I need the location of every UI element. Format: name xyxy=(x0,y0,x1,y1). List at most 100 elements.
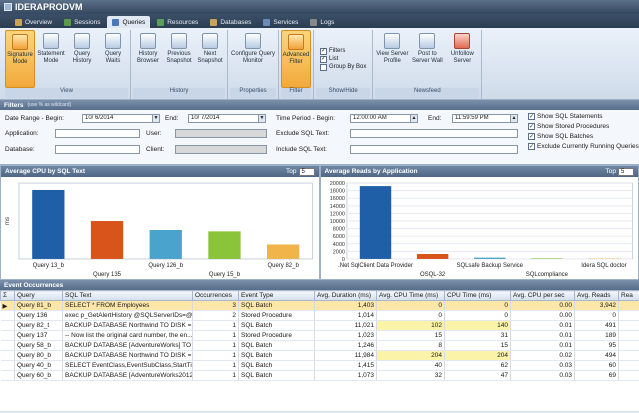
bar[interactable] xyxy=(149,229,182,259)
application-label: Application: xyxy=(5,130,39,137)
bar[interactable] xyxy=(90,221,124,259)
configure-icon xyxy=(245,33,261,49)
column-header[interactable]: Avg. Duration (ms) xyxy=(314,290,377,301)
application-input[interactable] xyxy=(55,129,140,138)
date-end-picker[interactable]: 10/ 7/2014 ▼ xyxy=(188,114,266,123)
column-header[interactable]: Rea xyxy=(618,290,639,301)
tab-overview[interactable]: Overview xyxy=(10,16,57,28)
filters-header[interactable]: Filters (use % as wildcard) xyxy=(0,100,639,110)
x-tick-label: SQLcompliance xyxy=(525,272,568,278)
table-cell: 47 xyxy=(444,370,511,381)
table-cell: 15 xyxy=(444,340,511,351)
client-input[interactable] xyxy=(175,145,267,154)
tab-sessions[interactable]: Sessions xyxy=(59,16,105,28)
top-n-spinner[interactable]: 5 xyxy=(618,167,634,176)
option-show-stored-procedures-checkbox[interactable]: ✓ Show Stored Procedures xyxy=(528,123,639,130)
bar[interactable] xyxy=(416,254,448,259)
logs-icon xyxy=(310,18,318,26)
table-cell: 32 xyxy=(376,370,445,381)
queries-icon xyxy=(112,18,120,26)
table-row[interactable]: Query 82_t BACKUP DATABASE Northwind TO D… xyxy=(0,320,639,331)
user-input[interactable] xyxy=(175,129,267,138)
exclude-sql-input[interactable] xyxy=(350,129,518,138)
column-header[interactable]: Avg. Reads xyxy=(574,290,619,301)
chart-by-selector[interactable]: by SQL Text xyxy=(48,168,85,175)
table-cell: 1 xyxy=(192,340,239,351)
table-row[interactable]: Query 80_b BACKUP DATABASE Northwind TO D… xyxy=(0,350,639,361)
option-show-sql-batches-checkbox[interactable]: ✓ Show SQL Batches xyxy=(528,133,639,140)
table-row[interactable]: Query 137 -- Now list the original card n… xyxy=(0,330,639,341)
table-cell: 189 xyxy=(574,330,619,341)
table-cell: 1 xyxy=(192,350,239,361)
bar[interactable] xyxy=(530,258,563,259)
include-sql-input[interactable] xyxy=(350,145,518,154)
date-end-label: End: xyxy=(165,115,179,122)
top-n-spinner[interactable]: 5 xyxy=(298,167,315,176)
filter-options: ✓ Show SQL Statements ✓ Show Stored Procedu… xyxy=(528,113,639,150)
tab-queries[interactable]: Queries xyxy=(107,16,151,28)
view-server-profile-button[interactable]: View Server Profile xyxy=(375,30,409,88)
time-begin-field[interactable]: 12:00:00 AM ▲ xyxy=(350,114,418,123)
table-row[interactable]: Query 58_b BACKUP DATABASE [AdventureWork… xyxy=(0,340,639,351)
y-tick-label: 18000 xyxy=(329,189,344,195)
column-header-group[interactable]: Σ xyxy=(0,290,15,301)
ribbon-group-history: History Browser Previous Snapshot Next S… xyxy=(131,30,228,99)
checkbox-icon xyxy=(320,63,327,71)
database-input[interactable] xyxy=(55,145,140,154)
bar[interactable] xyxy=(359,186,391,259)
query-history-button[interactable]: Query History xyxy=(67,30,97,88)
column-header[interactable]: Query xyxy=(14,290,63,301)
table-row[interactable]: Query 60_b BACKUP DATABASE [AdventureWork… xyxy=(0,370,639,381)
tab-logs[interactable]: Logs xyxy=(305,16,339,28)
bar[interactable] xyxy=(208,231,241,259)
table-row[interactable]: Query 40_b SELECT EventClass,EventSubClas… xyxy=(0,360,639,371)
showhide-list-checkbox[interactable]: ✓ List xyxy=(320,55,366,63)
column-header[interactable]: CPU Time (ms) xyxy=(444,290,511,301)
tab-databases[interactable]: Databases xyxy=(205,16,256,28)
row-indicator xyxy=(0,330,15,341)
y-tick-label: 8000 xyxy=(332,227,344,233)
bar[interactable] xyxy=(32,189,65,259)
column-header[interactable]: Avg. CPU per sec xyxy=(510,290,575,301)
history-browser-button[interactable]: History Browser xyxy=(133,30,163,88)
bar[interactable] xyxy=(473,257,505,259)
time-end-field[interactable]: 11:59:59 PM ▲ xyxy=(452,114,518,123)
table-cell: 1 xyxy=(192,320,239,331)
tab-services[interactable]: Services xyxy=(258,16,303,28)
showhide-filters-checkbox[interactable]: ✓ Filters xyxy=(320,47,366,55)
option-exclude-currently-running-queries-checkbox[interactable]: ✓ Exclude Currently Running Queries xyxy=(528,143,639,150)
configure-query-monitor-button[interactable]: Configure Query Monitor xyxy=(230,30,276,88)
column-header[interactable]: Event Type xyxy=(238,290,315,301)
column-header[interactable]: SQL Text xyxy=(62,290,193,301)
column-header[interactable]: Avg. CPU Time (ms) xyxy=(376,290,445,301)
previous-snapshot-button[interactable]: Previous Snapshot xyxy=(164,30,194,88)
x-tick-label: Query 82_b xyxy=(268,263,300,269)
bar[interactable] xyxy=(267,244,300,259)
x-tick-label: Query 13_b xyxy=(33,263,65,269)
showhide-group-by-box-checkbox[interactable]: Group By Box xyxy=(320,63,366,71)
option-show-sql-statements-checkbox[interactable]: ✓ Show SQL Statements xyxy=(528,113,639,120)
statement-mode-button[interactable]: Statement Mode xyxy=(36,30,66,88)
post-to-server-wall-button[interactable]: Post to Server Wall xyxy=(410,30,444,88)
table-cell: BACKUP DATABASE Northwind TO DISK = # xyxy=(62,320,193,331)
chart-by-selector[interactable]: by Application xyxy=(373,168,418,175)
signature-mode-icon xyxy=(12,34,28,50)
signature-mode-button[interactable]: Signature Mode xyxy=(5,30,35,88)
checkbox-icon: ✓ xyxy=(528,123,535,130)
advanced-filter-button[interactable]: Advanced Filter xyxy=(281,30,311,88)
date-begin-picker[interactable]: 10/ 6/2014 ▼ xyxy=(82,114,160,123)
unfollow-server-button[interactable]: Unfollow Server xyxy=(445,30,479,88)
table-cell: 0.01 xyxy=(510,340,575,351)
ribbon-group-filter: Advanced Filter Filter xyxy=(279,30,314,99)
title-bar: IDERAPRODVM xyxy=(0,0,639,14)
next-snapshot-button[interactable]: Next Snapshot xyxy=(195,30,225,88)
table-row[interactable]: Query 136 exec p_GetAlertHistory @SQLServ… xyxy=(0,310,639,321)
ribbon: Signature Mode Statement Mode Query Hist… xyxy=(0,28,639,100)
table-cell xyxy=(618,330,639,341)
tab-resources[interactable]: Resources xyxy=(152,16,203,28)
x-tick-label: .Net SqlClient Data Provider xyxy=(338,263,413,269)
query-waits-button[interactable]: Query Waits xyxy=(98,30,128,88)
table-row[interactable]: ▶ Query 81_b SELECT * FROM Employees 3 SQL B… xyxy=(0,300,639,311)
column-header[interactable]: Occurrences xyxy=(192,290,239,301)
ribbon-group-properties: Configure Query Monitor Properties xyxy=(228,30,279,99)
